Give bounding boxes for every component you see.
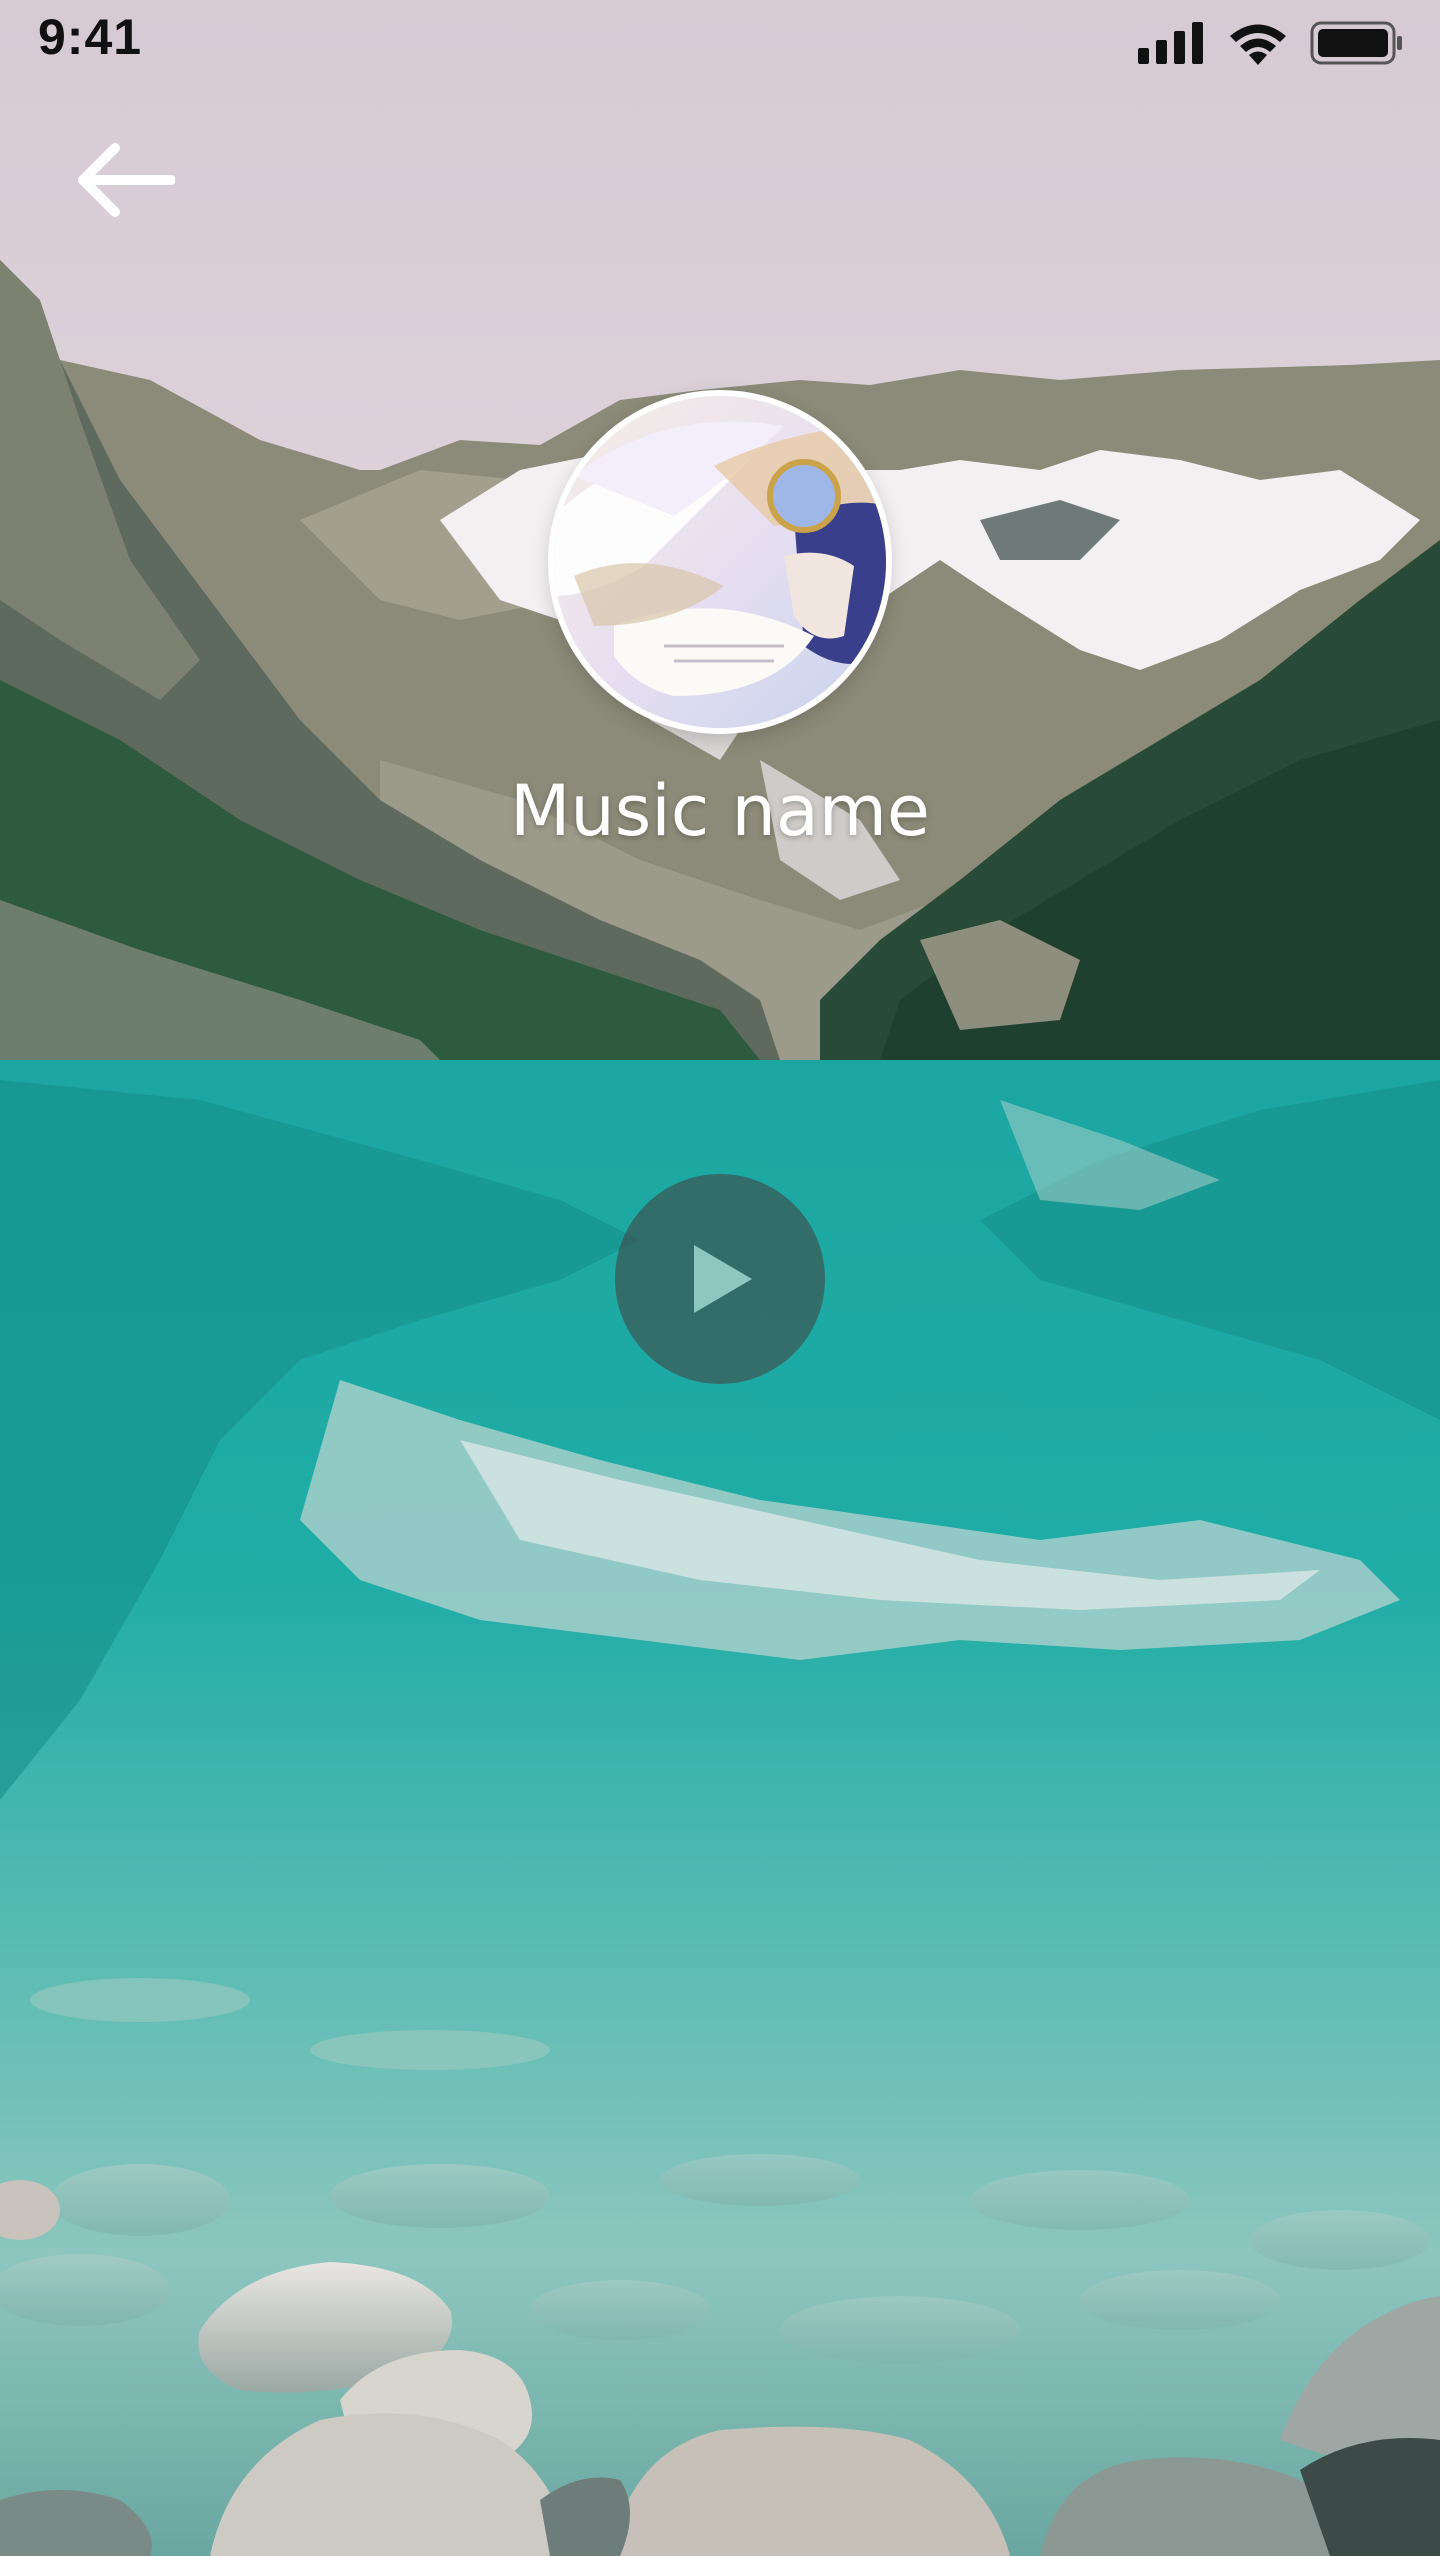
status-bar: 9:41	[0, 0, 1440, 84]
music-title: Music name	[510, 770, 930, 852]
status-icons	[1138, 18, 1404, 68]
play-icon	[694, 1245, 752, 1313]
status-time: 9:41	[38, 9, 143, 65]
album-art-illustration	[554, 396, 886, 728]
back-button[interactable]	[70, 135, 180, 225]
album-art	[548, 390, 892, 734]
music-player-screen: 9:41 Music name	[0, 0, 1440, 2556]
play-button[interactable]	[615, 1174, 825, 1384]
wifi-icon	[1230, 24, 1286, 65]
arrow-left-icon	[78, 143, 175, 217]
signal-icon	[1138, 22, 1203, 64]
battery-icon	[1310, 21, 1402, 65]
